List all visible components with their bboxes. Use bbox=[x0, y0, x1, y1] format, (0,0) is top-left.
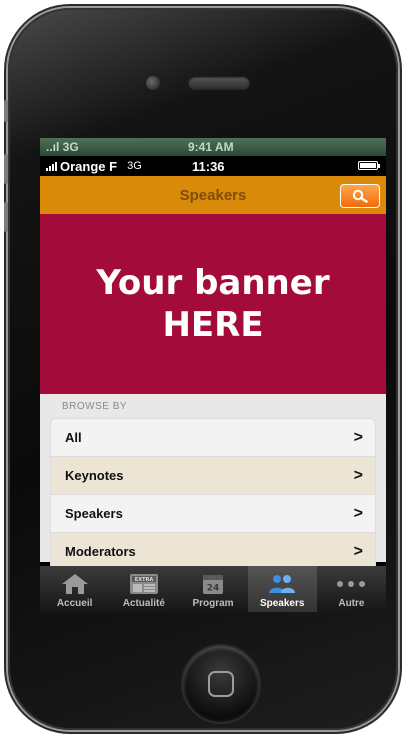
tab-bar: Accueil EXTRA Actualité 24 Program Speak… bbox=[40, 566, 386, 612]
browse-section: BROWSE BY All > Keynotes > Speakers > Mo… bbox=[40, 394, 386, 570]
browse-header: BROWSE BY bbox=[62, 401, 128, 412]
tab-label: Accueil bbox=[56, 598, 93, 609]
tab-label: Autre bbox=[338, 598, 365, 609]
home-icon bbox=[61, 574, 88, 594]
tab-accueil[interactable]: Accueil bbox=[40, 566, 109, 612]
list-item-label: Keynotes bbox=[65, 468, 124, 483]
tab-label: Program bbox=[192, 598, 234, 609]
network-type: 3G bbox=[127, 160, 142, 172]
list-item-keynotes[interactable]: Keynotes > bbox=[50, 456, 376, 494]
banner-line-1: Your banner bbox=[96, 262, 330, 303]
ad-banner[interactable]: Your banner HERE bbox=[40, 214, 386, 394]
speaker-grille bbox=[188, 76, 250, 90]
phone-screen: ..ıl 3G 9:41 AM Orange F 3G 11:36 Speake… bbox=[40, 138, 386, 612]
background-time: 9:41 AM bbox=[188, 140, 234, 154]
tab-label: Actualité bbox=[122, 598, 165, 609]
silent-switch bbox=[4, 100, 8, 122]
chevron-right-icon: > bbox=[353, 466, 363, 484]
newspaper-icon: EXTRA bbox=[129, 574, 158, 594]
newspaper-badge: EXTRA bbox=[135, 577, 154, 583]
volume-down-button bbox=[4, 202, 8, 232]
search-icon bbox=[352, 189, 368, 203]
list-item-all[interactable]: All > bbox=[50, 418, 376, 456]
list-item-label: Moderators bbox=[65, 544, 136, 559]
page-title: Speakers bbox=[179, 186, 247, 204]
chevron-right-icon: > bbox=[353, 504, 363, 522]
carrier-name: Orange F bbox=[60, 158, 118, 174]
calendar-icon: 24 bbox=[203, 575, 223, 594]
background-status-bar: ..ıl 3G 9:41 AM bbox=[40, 138, 386, 156]
status-bar: Orange F 3G 11:36 bbox=[40, 156, 386, 176]
list-item-speakers[interactable]: Speakers > bbox=[50, 494, 376, 532]
volume-up-button bbox=[4, 154, 8, 184]
chevron-right-icon: > bbox=[353, 542, 363, 560]
list-item-moderators[interactable]: Moderators > bbox=[50, 532, 376, 570]
signal-strength-icon bbox=[46, 161, 57, 171]
browse-list: All > Keynotes > Speakers > Moderators > bbox=[50, 418, 376, 570]
navigation-bar: Speakers bbox=[40, 176, 386, 214]
background-signal: ..ıl 3G bbox=[46, 140, 79, 154]
tab-speakers[interactable]: Speakers bbox=[247, 566, 317, 612]
list-item-label: Speakers bbox=[65, 506, 123, 521]
calendar-day: 24 bbox=[207, 584, 220, 594]
chevron-right-icon: > bbox=[353, 428, 363, 446]
battery-icon bbox=[358, 161, 380, 170]
people-icon bbox=[269, 575, 296, 593]
front-camera bbox=[146, 76, 160, 90]
tab-actualite[interactable]: EXTRA Actualité bbox=[109, 566, 178, 612]
status-time: 11:36 bbox=[192, 158, 225, 174]
list-item-label: All bbox=[65, 430, 82, 445]
tab-autre[interactable]: Autre bbox=[317, 566, 386, 612]
banner-line-2: HERE bbox=[162, 305, 264, 345]
home-button-icon bbox=[208, 671, 234, 697]
search-button[interactable] bbox=[340, 184, 380, 208]
tab-label: Speakers bbox=[259, 598, 305, 609]
more-icon bbox=[337, 581, 366, 587]
tab-program[interactable]: 24 Program bbox=[178, 566, 247, 612]
